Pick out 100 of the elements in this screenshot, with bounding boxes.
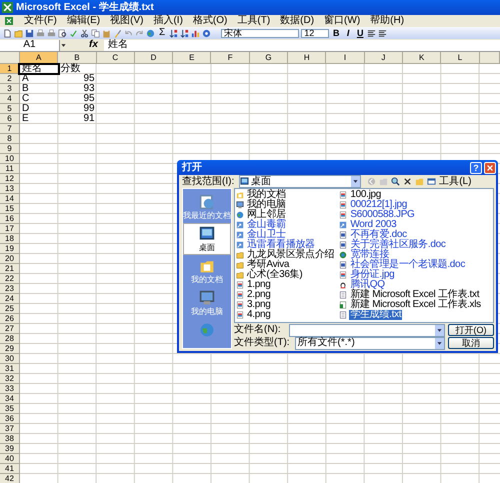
file-name[interactable]: 我的电脑	[246, 200, 287, 210]
row-header[interactable]: 13	[0, 184, 20, 194]
column-header[interactable]: G	[250, 52, 288, 64]
table-cell[interactable]: B	[20, 84, 58, 94]
table-cell[interactable]: 95	[58, 94, 97, 104]
row-header[interactable]: 23	[0, 284, 20, 294]
cancel-button[interactable]: 取消	[448, 337, 494, 349]
menu-item[interactable]: 视图(V)	[110, 16, 144, 26]
row-header[interactable]: 3	[0, 84, 20, 94]
row-header[interactable]: 33	[0, 384, 20, 394]
menu-item[interactable]: 编辑(E)	[66, 16, 100, 26]
table-cell[interactable]: 99	[58, 104, 97, 114]
row-header[interactable]: 36	[0, 414, 20, 424]
row-header[interactable]: 18	[0, 234, 20, 244]
row-header[interactable]: 12	[0, 174, 20, 184]
file-name[interactable]: 新建 Microsoft Excel 工作表.xls	[349, 300, 482, 310]
row-header[interactable]: 30	[0, 354, 20, 364]
menu-item[interactable]: 帮助(H)	[370, 16, 404, 26]
column-header[interactable]: D	[134, 52, 174, 64]
tools-menu[interactable]: 工具(L)	[439, 176, 472, 186]
column-header[interactable]: L	[441, 52, 480, 64]
close-button[interactable]	[484, 162, 496, 174]
file-name[interactable]: 腾讯QQ	[349, 280, 386, 290]
row-header[interactable]: 34	[0, 394, 20, 404]
row-header[interactable]: 5	[0, 104, 20, 114]
delete-icon[interactable]	[403, 177, 412, 186]
row-header[interactable]: 39	[0, 444, 20, 454]
row-header[interactable]: 11	[0, 164, 20, 174]
column-header[interactable]: A	[20, 52, 58, 64]
scissors-icon[interactable]	[80, 28, 89, 38]
table-cell[interactable]: E	[20, 114, 58, 124]
file-name[interactable]: 网上邻居	[246, 210, 287, 220]
row-header[interactable]: 29	[0, 344, 20, 354]
table-cell[interactable]: 分数	[58, 64, 97, 74]
name-box[interactable]: A1	[0, 40, 60, 50]
row-header[interactable]: 14	[0, 194, 20, 204]
file-name-field[interactable]	[289, 324, 445, 336]
file-name[interactable]: Word 2003	[349, 220, 398, 230]
column-header[interactable]: C	[96, 52, 135, 64]
row-header[interactable]: 21	[0, 264, 20, 274]
row-header[interactable]: 35	[0, 404, 20, 414]
file-name[interactable]: 金山毒霸	[246, 220, 287, 230]
column-header[interactable]: H	[288, 52, 326, 64]
file-name[interactable]: 关于完善社区服务.doc	[349, 240, 447, 250]
row-header[interactable]: 7	[0, 124, 20, 134]
format-button[interactable]: I	[343, 28, 354, 38]
row-header[interactable]: 25	[0, 304, 20, 314]
file-name[interactable]: 4.png	[246, 310, 272, 320]
menu-item[interactable]: 文件(F)	[24, 16, 57, 26]
menu-item[interactable]: 数据(D)	[280, 16, 314, 26]
menu-item[interactable]: 格式(O)	[192, 16, 228, 26]
row-header[interactable]: 41	[0, 464, 20, 474]
look-in-dropdown[interactable]: 桌面	[239, 175, 362, 188]
menu-item[interactable]: 窗口(W)	[324, 16, 360, 26]
column-header[interactable]: E	[173, 52, 212, 64]
globe-icon[interactable]	[146, 28, 155, 38]
align-icon[interactable]	[367, 28, 376, 38]
file-name[interactable]: 考研Aviva	[246, 260, 290, 270]
align-icon[interactable]	[378, 28, 388, 38]
column-header[interactable]: F	[211, 52, 250, 64]
views-icon[interactable]	[427, 177, 436, 186]
column-header[interactable]: B	[58, 52, 97, 64]
autosum-button[interactable]: Σ	[159, 28, 166, 38]
copy-icon[interactable]	[91, 28, 100, 38]
column-header[interactable]: I	[326, 52, 365, 64]
spreadsheet-app-icon[interactable]	[4, 16, 14, 26]
file-name[interactable]: 宽带连接	[349, 250, 390, 260]
row-header[interactable]: 1	[0, 64, 20, 74]
row-header[interactable]: 4	[0, 94, 20, 104]
row-header[interactable]: 17	[0, 224, 20, 234]
row-header[interactable]: 37	[0, 424, 20, 434]
table-cell[interactable]: C	[20, 94, 58, 104]
font-dropdown[interactable]: 宋体	[221, 28, 300, 38]
table-cell[interactable]: 93	[58, 84, 97, 94]
function-button[interactable]: fx	[89, 40, 98, 50]
file-type-dropdown[interactable]: 所有文件(*.*)	[294, 336, 445, 350]
row-header[interactable]: 2	[0, 74, 20, 84]
file-name[interactable]: 九龙风景区景点介绍	[246, 250, 336, 260]
font-size-dropdown[interactable]: 12	[301, 28, 330, 38]
column-header[interactable]: J	[364, 52, 403, 64]
file-name[interactable]: 新建 Microsoft Excel 工作表.txt	[349, 290, 480, 300]
save-icon[interactable]	[25, 28, 34, 38]
table-cell[interactable]: 91	[58, 114, 97, 124]
file-name[interactable]: 身份证.jpg	[349, 270, 396, 280]
chart-icon[interactable]	[191, 28, 200, 38]
row-header[interactable]: 26	[0, 314, 20, 324]
brush-icon[interactable]	[113, 28, 122, 38]
row-header[interactable]: 31	[0, 364, 20, 374]
row-header[interactable]: 20	[0, 254, 20, 264]
menu-item[interactable]: 工具(T)	[237, 16, 270, 26]
row-header[interactable]: 16	[0, 214, 20, 224]
row-header[interactable]: 22	[0, 274, 20, 284]
sort-icon[interactable]	[169, 28, 178, 38]
format-button[interactable]: B	[331, 28, 342, 38]
row-header[interactable]: 19	[0, 244, 20, 254]
places-item[interactable]: 桌面	[183, 223, 231, 255]
open-button[interactable]: 打开(O)	[448, 324, 494, 336]
file-name[interactable]: 1.png	[246, 280, 272, 290]
column-header[interactable]: K	[402, 52, 442, 64]
file-name[interactable]: 000212[1].jpg	[349, 200, 408, 210]
